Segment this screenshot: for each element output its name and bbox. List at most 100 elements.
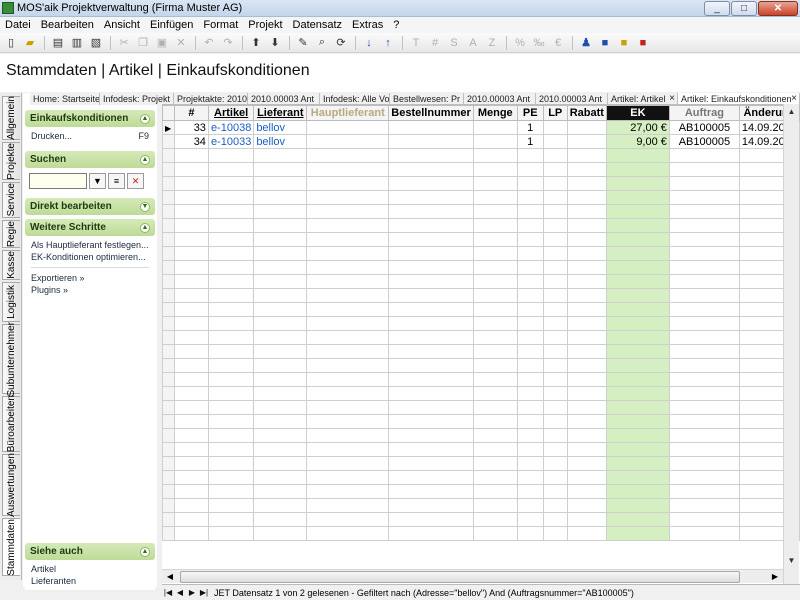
vtab-projekte[interactable]: Projekte [2,142,20,180]
scroll-up-icon[interactable]: ▲ [784,104,799,120]
vtab-service[interactable]: Service [2,182,20,218]
z-format-icon[interactable]: Z [483,35,501,51]
menu-help[interactable]: ? [388,19,404,31]
decimal-icon[interactable]: ‰ [530,35,548,51]
col-header-pe[interactable]: PE [516,105,544,121]
cell-lieferant[interactable]: bellov [253,120,308,135]
row-indicator[interactable] [162,120,175,135]
cut-icon[interactable]: ✂ [115,35,133,51]
col-header-lieferant[interactable]: Lieferant [253,105,308,121]
menu-projekt[interactable]: Projekt [243,19,287,31]
cell-ek[interactable]: 27,00 € [605,120,670,135]
table-row[interactable]: 33e-10038bellov127,00 €AB10000514.09.201… [162,120,800,135]
open-folder-icon[interactable]: ▰ [21,35,39,51]
artikel-link[interactable]: Artikel [31,563,149,575]
menu-format[interactable]: Format [198,19,243,31]
maximize-button[interactable]: □ [731,1,757,16]
sort-descending-icon[interactable]: ↑ [379,35,397,51]
menu-datensatz[interactable]: Datensatz [288,19,348,31]
cell-lp[interactable] [542,120,568,135]
col-header-hauptlieferant[interactable]: Hauptlieferant [306,105,390,121]
prev-record-icon[interactable]: ◀ [174,586,186,599]
vtab-stammdaten[interactable]: Stammdaten [2,518,20,576]
last-record-icon[interactable]: ▶| [198,586,210,599]
group-header[interactable]: Weitere Schritte ▲ [25,219,155,236]
scroll-thumb[interactable] [180,570,740,583]
cell-lp[interactable] [542,134,568,149]
export-link[interactable]: Exportieren » [31,272,149,284]
cell-menge[interactable] [472,120,518,135]
scroll-left-icon[interactable]: ◀ [162,572,178,581]
vertical-scrollbar[interactable]: ▲ ▼ [783,104,799,585]
col-header-num[interactable]: # [173,105,209,121]
vtab-regie[interactable]: Regie [2,220,20,248]
filter-list-icon[interactable]: ≡ [108,173,125,189]
cell-pe[interactable]: 1 [516,120,544,135]
move-down-icon[interactable]: ⬇ [266,35,284,51]
undo-icon[interactable]: ↶ [200,35,218,51]
plugins-link[interactable]: Plugins » [31,284,149,296]
col-header-lp[interactable]: LP [542,105,568,121]
group-header[interactable]: Siehe auch ▲ [25,543,155,560]
set-main-supplier-link[interactable]: Als Hauptlieferant festlegen... [31,239,149,251]
sort-ascending-icon[interactable]: ↓ [360,35,378,51]
optimize-conditions-link[interactable]: EK-Konditionen optimieren... [31,251,149,263]
first-record-icon[interactable]: |◀ [162,586,174,599]
next-record-icon[interactable]: ▶ [186,586,198,599]
currency-icon[interactable]: € [549,35,567,51]
users-icon[interactable]: ♟ [577,35,595,51]
lock-yellow-icon[interactable]: ■ [615,35,633,51]
number-format-icon[interactable]: # [426,35,444,51]
s-format-icon[interactable]: S [445,35,463,51]
cell-ek[interactable]: 9,00 € [605,134,670,149]
vtab-logistik[interactable]: Logistik [2,282,20,322]
a-format-icon[interactable]: A [464,35,482,51]
paste-icon[interactable]: ▣ [153,35,171,51]
redo-icon[interactable]: ↷ [219,35,237,51]
cell-hauptlieferant[interactable] [306,134,390,149]
menu-bearbeiten[interactable]: Bearbeiten [36,19,99,31]
collapse-icon[interactable]: ▲ [140,113,150,124]
cell-menge[interactable] [472,134,518,149]
vtab-kasse[interactable]: Kasse [2,250,20,280]
cell-rabatt[interactable] [566,120,607,135]
vtab-bueroarbeiten[interactable]: Büroarbeiten [2,395,20,453]
vtab-allgemein[interactable]: Allgemein [2,96,20,140]
cell-bestellnummer[interactable] [388,120,474,135]
lieferanten-link[interactable]: Lieferanten [31,575,149,587]
vtab-subunternehmer[interactable]: Subunternehmer [2,322,20,396]
scroll-right-icon[interactable]: ▶ [767,572,783,581]
cell-auftrag[interactable]: AB100005 [668,120,740,135]
print-setup-icon[interactable]: ▥ [68,35,86,51]
row-indicator[interactable] [162,134,175,149]
scroll-down-icon[interactable]: ▼ [784,553,799,569]
lock-red-icon[interactable]: ■ [634,35,652,51]
col-header-ek[interactable]: EK [605,105,670,121]
menu-datei[interactable]: Datei [0,19,36,31]
cell-artikel[interactable]: e-10038 [207,120,255,135]
menu-ansicht[interactable]: Ansicht [99,19,145,31]
col-header-menge[interactable]: Menge [472,105,518,121]
group-header[interactable]: Direkt bearbeiten ▼ [25,198,155,215]
vtab-auswertungen[interactable]: Auswertungen [2,453,20,517]
cell-hauptlieferant[interactable] [306,120,390,135]
cell-num[interactable]: 34 [173,134,209,149]
minimize-button[interactable]: _ [704,1,730,16]
clear-filter-icon[interactable]: ✕ [127,173,144,189]
cell-num[interactable]: 33 [173,120,209,135]
new-document-icon[interactable]: ▯ [2,35,20,51]
col-header-artikel[interactable]: Artikel [207,105,255,121]
col-header-bestellnummer[interactable]: Bestellnummer [388,105,474,121]
col-header-auftrag[interactable]: Auftrag [668,105,740,121]
search-icon[interactable]: ⌕ [313,35,331,51]
print-icon[interactable]: ▤ [49,35,67,51]
cell-auftrag[interactable]: AB100005 [668,134,740,149]
filter-icon[interactable]: ▼ [89,173,106,189]
copy-icon[interactable]: ❐ [134,35,152,51]
menu-einfuegen[interactable]: Einfügen [145,19,198,31]
group-header[interactable]: Suchen ▲ [25,151,155,168]
percent-icon[interactable]: % [511,35,529,51]
col-header-rabatt[interactable]: Rabatt [566,105,607,121]
collapse-icon[interactable]: ▲ [140,222,150,233]
cell-rabatt[interactable] [566,134,607,149]
